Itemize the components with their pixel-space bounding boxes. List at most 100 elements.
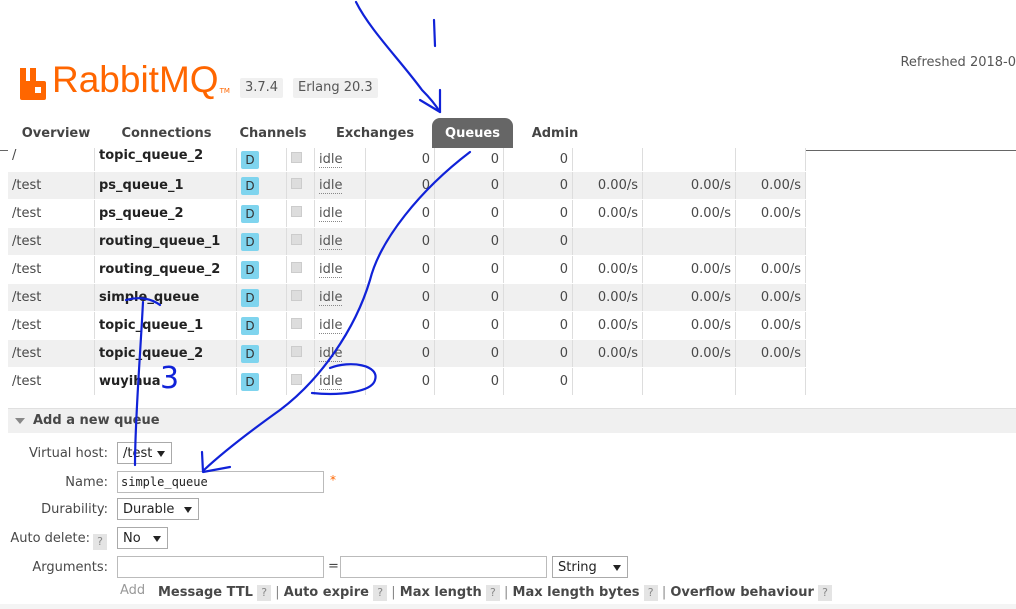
vhost-label: Virtual host:	[28, 446, 108, 461]
add-queue-title: Add a new queue	[33, 413, 160, 428]
row-state: idle	[314, 199, 366, 228]
row-deliver-rate: 0.00/s	[642, 199, 736, 228]
table-row[interactable]: /test topic_queue_2 Didle 0 0 0 0.00/s 0.00/s 0.…	[8, 339, 806, 368]
row-vhost: /test	[8, 283, 95, 312]
tab-connections[interactable]: Connections	[115, 118, 218, 150]
checkbox-icon	[291, 234, 302, 245]
shortcut-overflow-behaviour[interactable]: Overflow behaviour	[670, 585, 814, 600]
durable-badge: D	[241, 372, 259, 391]
row-vhost: /test	[8, 227, 95, 256]
table-row[interactable]: /test ps_queue_2 Didle 0 0 0 0.00/s 0.00/s 0.00/…	[8, 199, 806, 228]
row-ack-rate: 0.00/s	[735, 339, 806, 368]
tab-admin[interactable]: Admin	[524, 118, 586, 150]
shortcut-auto-expire[interactable]: Auto expire	[284, 585, 369, 600]
row-total: 0	[503, 255, 573, 284]
row-deliver-rate: 0.00/s	[642, 171, 736, 200]
row-queue-name[interactable]: routing_queue_1	[94, 227, 237, 256]
row-total: 0	[503, 199, 573, 228]
row-deliver-rate: 0.00/s	[642, 339, 736, 368]
row-state: idle	[314, 255, 366, 284]
durable-badge: D	[241, 260, 259, 279]
shortcut-message-ttl[interactable]: Message TTL	[158, 585, 253, 600]
table-row[interactable]: /test topic_queue_1 Didle 0 0 0 0.00/s 0.00/s 0.…	[8, 311, 806, 340]
footer-divider	[0, 604, 1016, 609]
help-icon[interactable]: ?	[257, 585, 272, 601]
row-features: D	[236, 148, 287, 172]
row-unacked: 0	[434, 255, 504, 284]
vhost-select[interactable]: /test	[117, 442, 172, 464]
row-checkbox	[286, 199, 315, 228]
row-ack-rate: 0.00/s	[735, 283, 806, 312]
durability-select[interactable]: Durable	[117, 498, 199, 520]
row-total: 0	[503, 283, 573, 312]
checkbox-icon	[291, 318, 302, 329]
row-queue-name[interactable]: wuyihua	[94, 367, 237, 396]
queues-table: / topic_queue_2 Didle 0 0 0/test ps_queue_1 Did…	[8, 148, 806, 396]
tab-channels[interactable]: Channels	[232, 118, 314, 150]
rabbitmq-logo-icon	[18, 66, 48, 100]
auto-delete-select[interactable]: No	[117, 527, 168, 549]
durability-label: Durability:	[41, 502, 108, 517]
row-unacked: 0	[434, 148, 504, 172]
row-queue-name[interactable]: simple_queue	[94, 283, 237, 312]
row-checkbox	[286, 255, 315, 284]
auto-delete-help-button[interactable]: ?	[93, 530, 107, 550]
durable-badge: D	[241, 150, 259, 169]
table-row[interactable]: /test ps_queue_1 Didle 0 0 0 0.00/s 0.00/s 0.00/…	[8, 171, 806, 200]
chevron-down-icon	[157, 451, 165, 457]
row-total: 0	[503, 311, 573, 340]
auto-delete-label: Auto delete:	[10, 531, 90, 546]
tab-queues[interactable]: Queues	[432, 118, 513, 150]
row-total: 0	[503, 339, 573, 368]
row-queue-name[interactable]: routing_queue_2	[94, 255, 237, 284]
annotation-arrowhead	[200, 450, 232, 474]
table-row[interactable]: /test wuyihua Didle 0 0 0	[8, 367, 806, 396]
shortcut-max-length-bytes[interactable]: Max length bytes	[513, 585, 640, 600]
help-icon[interactable]: ?	[373, 585, 388, 601]
state-label: idle	[319, 262, 343, 278]
checkbox-icon	[291, 152, 302, 163]
shortcut-max-length[interactable]: Max length	[400, 585, 482, 600]
argument-value-input[interactable]	[340, 556, 547, 578]
refreshed-timestamp[interactable]: Refreshed 2018-0	[900, 55, 1016, 70]
tab-overview[interactable]: Overview	[12, 118, 100, 150]
row-ready: 0	[365, 283, 435, 312]
row-unacked: 0	[434, 227, 504, 256]
checkbox-icon	[291, 262, 302, 273]
row-ready: 0	[365, 171, 435, 200]
row-deliver-rate: 0.00/s	[642, 255, 736, 284]
chevron-down-icon	[153, 536, 161, 542]
row-deliver-rate	[642, 227, 736, 256]
row-queue-name[interactable]: ps_queue_2	[94, 199, 237, 228]
row-total: 0	[503, 367, 573, 396]
equals-sign: =	[328, 559, 339, 574]
help-icon[interactable]: ?	[485, 585, 500, 601]
tab-exchanges[interactable]: Exchanges	[329, 118, 421, 150]
row-queue-name[interactable]: topic_queue_1	[94, 311, 237, 340]
row-queue-name[interactable]: topic_queue_2	[94, 148, 237, 172]
help-icon[interactable]: ?	[643, 585, 658, 601]
durable-badge: D	[241, 344, 259, 363]
row-unacked: 0	[434, 283, 504, 312]
argument-type-select[interactable]: String	[552, 556, 628, 578]
table-row[interactable]: / topic_queue_2 Didle 0 0 0	[8, 148, 806, 172]
queue-name-input[interactable]: simple_queue	[117, 471, 324, 493]
argument-key-input[interactable]	[117, 556, 324, 578]
help-icon[interactable]: ?	[818, 585, 833, 601]
row-incoming-rate: 0.00/s	[572, 255, 643, 284]
state-label: idle	[319, 290, 343, 306]
table-row[interactable]: /test routing_queue_2 Didle 0 0 0 0.00/s 0.00/s…	[8, 255, 806, 284]
row-queue-name[interactable]: ps_queue_1	[94, 171, 237, 200]
row-queue-name[interactable]: topic_queue_2	[94, 339, 237, 368]
table-row[interactable]: /test routing_queue_1 Didle 0 0 0	[8, 227, 806, 256]
row-ready: 0	[365, 148, 435, 172]
row-unacked: 0	[434, 311, 504, 340]
state-label: idle	[319, 346, 343, 362]
table-row[interactable]: /test simple_queue Didle 0 0 0 0.00/s 0.00/s 0.0…	[8, 283, 806, 312]
state-label: idle	[319, 206, 343, 222]
argument-type-value: String	[558, 560, 597, 575]
row-ack-rate: 0.00/s	[735, 199, 806, 228]
add-queue-section-header[interactable]: Add a new queue	[8, 408, 1016, 433]
row-state: idle	[314, 339, 366, 368]
row-total: 0	[503, 171, 573, 200]
